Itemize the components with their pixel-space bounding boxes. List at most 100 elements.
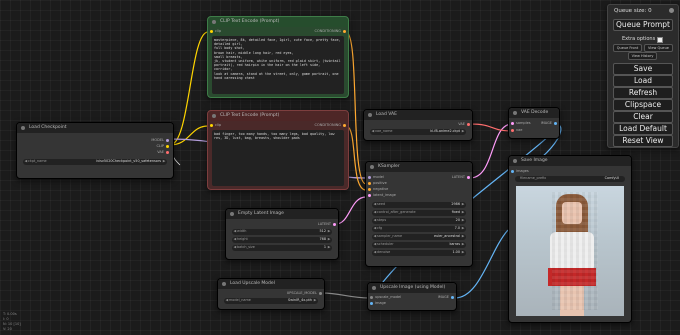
node-title-bar[interactable]: Empty Latent Image	[226, 209, 338, 219]
queue-prompt-button[interactable]: Queue Prompt	[613, 19, 673, 31]
height-number-widget[interactable]: ◀ height 768 ▶	[232, 237, 332, 243]
arrow-right-icon[interactable]: ▶	[462, 129, 465, 135]
cfg-number-widget[interactable]: ◀ cfg 7.0 ▶	[372, 226, 466, 232]
input-negative[interactable]: negative	[366, 187, 388, 191]
gear-icon[interactable]	[669, 8, 674, 13]
node-title-bar[interactable]: Load VAE	[364, 110, 472, 120]
view-history-button[interactable]: View History	[628, 52, 657, 60]
input-positive[interactable]: positive	[366, 181, 387, 185]
node-title-bar[interactable]: Save Image	[509, 156, 631, 166]
clipspace-button[interactable]: Clipspace	[613, 99, 673, 111]
scheduler-select[interactable]: ◀ scheduler karras ▶	[372, 242, 466, 248]
collapse-dot-icon[interactable]	[212, 20, 216, 24]
model-name-select[interactable]: ◀ model_name SwinIR_4x.pth ▶	[224, 298, 318, 304]
input-clip[interactable]: clip	[208, 29, 221, 33]
latent-wire-sampler	[469, 123, 513, 179]
clip-text-encode-positive-node[interactable]: CLIP Text Encode (Prompt) clip CONDITION…	[207, 16, 349, 98]
load-default-button[interactable]: Load Default	[613, 123, 673, 135]
collapse-dot-icon[interactable]	[21, 126, 25, 130]
node-title-bar[interactable]: KSampler	[366, 162, 472, 172]
steps-number-widget[interactable]: ◀ steps 20 ▶	[372, 218, 466, 224]
sampler-name-select[interactable]: ◀ sampler_name euler_ancestral ▶	[372, 234, 466, 240]
batch-size-number-widget[interactable]: ◀ batch_size 1 ▶	[232, 245, 332, 251]
vae-name-select[interactable]: ◀ vae_name kl-f8-anime2.ckpt ▶	[370, 129, 466, 135]
status-i: I: 0	[3, 317, 9, 321]
node-title-bar[interactable]: Load Upscale Model	[218, 279, 324, 289]
load-checkpoint-node[interactable]: Load Checkpoint MODEL CLIP VAE ◀ ckpt_na…	[16, 122, 174, 179]
collapse-dot-icon[interactable]	[212, 114, 216, 118]
node-title-bar[interactable]: VAE Decode	[509, 108, 559, 118]
reset-view-button[interactable]: Reset View	[613, 135, 673, 147]
prompt-textarea[interactable]: bad finger, too many hands, too many leg…	[212, 130, 344, 186]
collapse-dot-icon[interactable]	[368, 113, 372, 117]
save-button[interactable]: Save	[613, 63, 673, 75]
input-vae[interactable]: vae	[509, 128, 522, 132]
vae-decode-node[interactable]: VAE Decode samples vae IMAGE	[508, 107, 560, 139]
node-title: Load Upscale Model	[230, 281, 275, 286]
prompt-textarea[interactable]: masterpiece, 8k, detailed face, 1girl, c…	[212, 36, 344, 94]
ckpt-name-select[interactable]: ◀ ckpt_name ivisv5020Checkpoint_v50_safe…	[23, 159, 167, 165]
output-latent[interactable]: LATENT	[452, 175, 472, 179]
seed-number-widget[interactable]: ◀ seed 2986 ▶	[372, 202, 466, 208]
generated-image-preview	[516, 186, 624, 316]
output-model[interactable]: MODEL	[151, 138, 171, 142]
output-vae[interactable]: VAE	[458, 122, 472, 126]
status-nodes: N: 10 [10]	[3, 322, 21, 326]
node-title-bar[interactable]: Upscale Image (using Model)	[368, 283, 456, 293]
clip-text-encode-negative-node[interactable]: CLIP Text Encode (Prompt) clip CONDITION…	[207, 110, 349, 190]
extra-options-checkbox[interactable]	[657, 37, 663, 43]
ksampler-node[interactable]: KSampler model positive negative latent_…	[365, 161, 473, 267]
output-vae[interactable]: VAE	[157, 150, 171, 154]
collapse-dot-icon[interactable]	[513, 111, 517, 115]
node-title: VAE Decode	[521, 110, 549, 115]
load-vae-node[interactable]: Load VAE VAE ◀ vae_name kl-f8-anime2.ckp…	[363, 109, 473, 141]
collapse-dot-icon[interactable]	[230, 212, 234, 216]
clip-wire-negative	[169, 125, 209, 146]
control-after-generate-select[interactable]: ◀ control_after_generate fixed ▶	[372, 210, 466, 216]
status-time: T: 0.00s	[3, 312, 17, 316]
node-title: Save Image	[521, 158, 548, 163]
queue-front-button[interactable]: Queue Front	[613, 44, 642, 52]
denoise-number-widget[interactable]: ◀ denoise 1.00 ▶	[372, 250, 466, 256]
node-title: CLIP Text Encode (Prompt)	[220, 113, 280, 118]
load-button[interactable]: Load	[613, 75, 673, 87]
input-upscale-model[interactable]: upscale_model	[368, 295, 401, 299]
input-image[interactable]: image	[368, 301, 386, 305]
input-latent-image[interactable]: latent_image	[366, 193, 396, 197]
output-upscale-model[interactable]: UPSCALE_MODEL	[287, 291, 324, 295]
node-graph-canvas[interactable]: Load Checkpoint MODEL CLIP VAE ◀ ckpt_na…	[0, 0, 680, 335]
output-image[interactable]: IMAGE	[541, 121, 559, 125]
node-title-bar[interactable]: CLIP Text Encode (Prompt)	[208, 17, 348, 27]
node-title: CLIP Text Encode (Prompt)	[220, 19, 280, 24]
input-model[interactable]: model	[366, 175, 384, 179]
queue-size-label: Queue size: 0	[614, 8, 652, 14]
input-samples[interactable]: samples	[509, 121, 531, 125]
output-conditioning[interactable]: CONDITIONING	[315, 29, 348, 33]
output-clip[interactable]: CLIP	[156, 144, 171, 148]
width-number-widget[interactable]: ◀ width 512 ▶	[232, 229, 332, 235]
empty-latent-image-node[interactable]: Empty Latent Image LATENT ◀ width 512 ▶ ◀ he…	[225, 208, 339, 260]
collapse-dot-icon[interactable]	[513, 159, 517, 163]
collapse-dot-icon[interactable]	[372, 286, 376, 290]
clear-button[interactable]: Clear	[613, 111, 673, 123]
input-clip[interactable]: clip	[208, 123, 221, 127]
node-title: Load Checkpoint	[29, 125, 67, 130]
upscale-image-node[interactable]: Upscale Image (using Model) upscale_mode…	[367, 282, 457, 311]
filename-prefix-input[interactable]: filename_prefix ComfyUI	[515, 176, 625, 182]
output-conditioning[interactable]: CONDITIONING	[315, 123, 348, 127]
arrow-left-icon[interactable]: ◀	[372, 129, 375, 135]
output-image[interactable]: IMAGE	[438, 295, 456, 299]
collapse-dot-icon[interactable]	[370, 165, 374, 169]
arrow-right-icon[interactable]: ▶	[163, 159, 166, 165]
view-queue-button[interactable]: View Queue	[644, 44, 673, 52]
node-title-bar[interactable]: Load Checkpoint	[17, 123, 173, 133]
load-upscale-model-node[interactable]: Load Upscale Model UPSCALE_MODEL ◀ model_…	[217, 278, 325, 310]
arrow-left-icon[interactable]: ◀	[25, 159, 28, 165]
censor-mosaic	[552, 192, 598, 310]
refresh-button[interactable]: Refresh	[613, 87, 673, 99]
input-images[interactable]: images	[509, 169, 529, 173]
output-latent[interactable]: LATENT	[318, 222, 338, 226]
node-title-bar[interactable]: CLIP Text Encode (Prompt)	[208, 111, 348, 121]
collapse-dot-icon[interactable]	[222, 282, 226, 286]
node-title: Upscale Image (using Model)	[380, 285, 446, 290]
